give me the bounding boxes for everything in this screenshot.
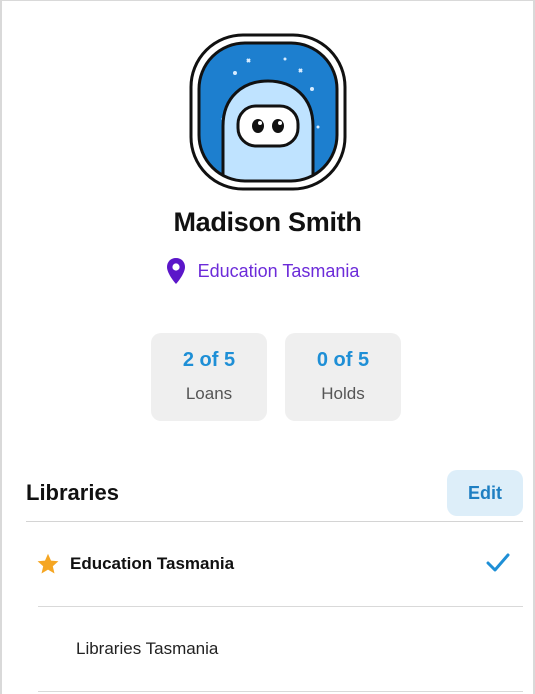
profile-location: Education Tasmania	[2, 257, 533, 285]
loans-card[interactable]: 2 of 5 Loans	[151, 333, 267, 421]
checkmark-icon	[485, 552, 511, 574]
libraries-header: Libraries Edit	[26, 467, 523, 519]
profile-panel: Madison Smith Education Tasmania 2 of 5 …	[0, 0, 535, 694]
loans-label: Loans	[185, 384, 233, 403]
loans-count: 2 of 5	[182, 349, 236, 371]
star-icon	[36, 552, 60, 576]
holds-label: Holds	[321, 384, 365, 403]
library-item-libraries-tasmania[interactable]: Libraries Tasmania	[38, 607, 523, 692]
libraries-list: Education Tasmania Libraries Tasmania	[36, 522, 523, 692]
stats-row: 2 of 5 Loans 0 of 5 Holds	[151, 333, 401, 421]
holds-count: 0 of 5	[316, 349, 370, 371]
map-pin-icon	[166, 257, 186, 285]
library-name: Libraries Tasmania	[76, 639, 219, 658]
avatar[interactable]	[187, 31, 349, 193]
library-item-education-tasmania[interactable]: Education Tasmania	[36, 522, 523, 607]
edit-libraries-button[interactable]: Edit	[447, 470, 523, 516]
profile-name: Madison Smith	[173, 207, 362, 237]
holds-card[interactable]: 0 of 5 Holds	[285, 333, 401, 421]
library-name: Education Tasmania	[70, 554, 235, 573]
libraries-title: Libraries	[26, 480, 119, 505]
location-link[interactable]: Education Tasmania	[198, 261, 360, 282]
